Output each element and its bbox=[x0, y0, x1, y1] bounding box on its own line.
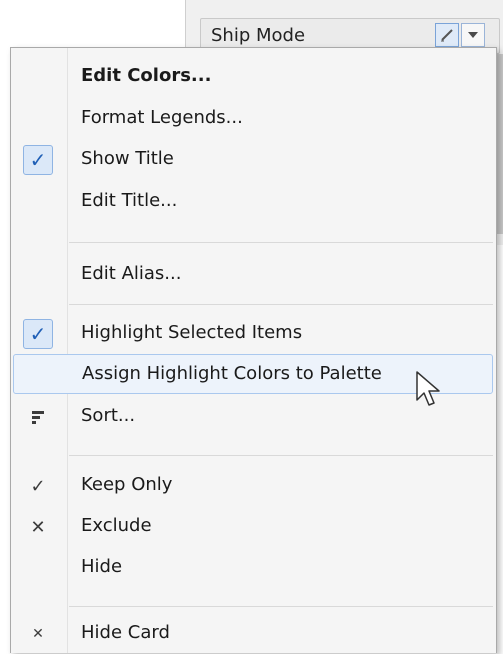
menu-item-hide-card[interactable]: ✕ Hide Card bbox=[13, 614, 493, 654]
menu-item-label: Sort... bbox=[81, 405, 136, 426]
edit-colors-button[interactable] bbox=[435, 23, 459, 47]
menu-item-label: Edit Colors... bbox=[81, 65, 212, 86]
small-x-icon: ✕ bbox=[32, 626, 44, 642]
menu-item-label: Exclude bbox=[81, 515, 152, 536]
menu-item-edit-colors[interactable]: Edit Colors... bbox=[13, 57, 493, 97]
menu-item-label: Keep Only bbox=[81, 474, 173, 495]
menu-item-label: Assign Highlight Colors to Palette bbox=[82, 363, 382, 384]
menu-item-hide[interactable]: Hide bbox=[13, 548, 493, 588]
mouse-cursor-icon bbox=[416, 371, 440, 406]
menu-item-edit-alias[interactable]: Edit Alias... bbox=[13, 255, 493, 295]
check-mark-icon: ✓ bbox=[30, 475, 46, 497]
check-icon: ✓ bbox=[23, 145, 53, 175]
menu-item-edit-title[interactable]: Edit Title... bbox=[13, 182, 493, 222]
menu-separator bbox=[69, 304, 493, 305]
pencil-icon bbox=[441, 29, 453, 42]
menu-item-label: Hide bbox=[81, 556, 123, 577]
menu-separator bbox=[69, 606, 493, 607]
menu-item-show-title[interactable]: ✓ Show Title bbox=[13, 140, 493, 180]
sort-icon bbox=[23, 402, 53, 432]
menu-item-format-legends[interactable]: Format Legends... bbox=[13, 99, 493, 139]
menu-item-highlight-selected-items[interactable]: ✓ Highlight Selected Items bbox=[13, 314, 493, 354]
menu-separator bbox=[69, 242, 493, 243]
menu-item-label: Hide Card bbox=[81, 622, 170, 643]
x-icon: ✕ bbox=[30, 516, 46, 538]
menu-item-keep-only[interactable]: ✓ Keep Only bbox=[13, 466, 493, 506]
menu-item-label: Highlight Selected Items bbox=[81, 322, 303, 343]
menu-separator bbox=[69, 455, 493, 456]
legend-card-title: Ship Mode bbox=[211, 25, 306, 46]
menu-item-label: Edit Alias... bbox=[81, 263, 182, 284]
menu-item-label: Format Legends... bbox=[81, 107, 243, 128]
legend-context-menu: Edit Colors... Format Legends... ✓ Show … bbox=[10, 47, 497, 653]
card-menu-dropdown-button[interactable] bbox=[461, 23, 485, 47]
check-icon: ✓ bbox=[23, 319, 53, 349]
chevron-down-icon bbox=[468, 32, 478, 38]
menu-item-label: Show Title bbox=[81, 148, 174, 169]
menu-item-exclude[interactable]: ✕ Exclude bbox=[13, 507, 493, 547]
menu-item-label: Edit Title... bbox=[81, 190, 178, 211]
